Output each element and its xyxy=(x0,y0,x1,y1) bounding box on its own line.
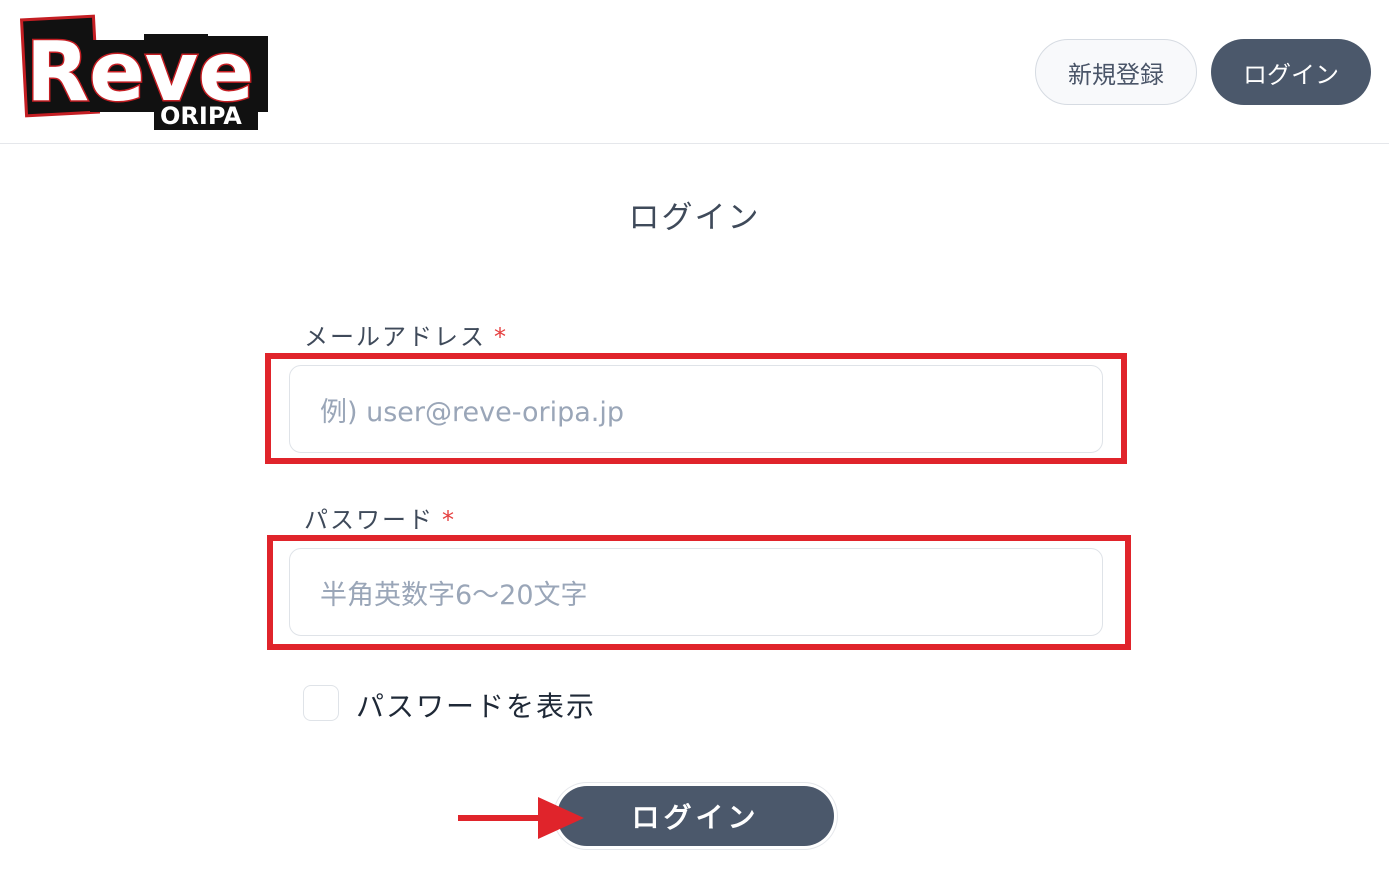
email-label-text: メールアドレス xyxy=(304,323,486,351)
password-label-text: パスワード xyxy=(304,506,434,534)
required-mark: * xyxy=(494,323,508,351)
reve-oripa-logo[interactable]: Reve ORIPA xyxy=(20,12,274,132)
email-label: メールアドレス * xyxy=(304,317,508,352)
red-arrow-icon xyxy=(458,797,584,839)
show-password-label[interactable]: パスワードを表示 xyxy=(356,685,596,725)
register-button[interactable]: 新規登録 xyxy=(1035,39,1197,105)
login-submit-button[interactable]: ログイン xyxy=(557,786,834,846)
password-label: パスワード * xyxy=(304,500,456,535)
site-header: Reve ORIPA 新規登録 ログイン xyxy=(0,0,1389,144)
email-field[interactable]: 例) user@reve-oripa.jp xyxy=(289,365,1103,453)
email-placeholder: 例) user@reve-oripa.jp xyxy=(320,396,624,428)
header-login-button[interactable]: ログイン xyxy=(1211,39,1371,105)
logo-sub-text: ORIPA xyxy=(160,102,242,130)
page-title: ログイン xyxy=(628,200,761,236)
password-placeholder: 半角英数字6〜20文字 xyxy=(320,579,588,611)
show-password-checkbox[interactable] xyxy=(303,685,339,721)
password-field[interactable]: 半角英数字6〜20文字 xyxy=(289,548,1103,636)
required-mark: * xyxy=(442,506,456,534)
